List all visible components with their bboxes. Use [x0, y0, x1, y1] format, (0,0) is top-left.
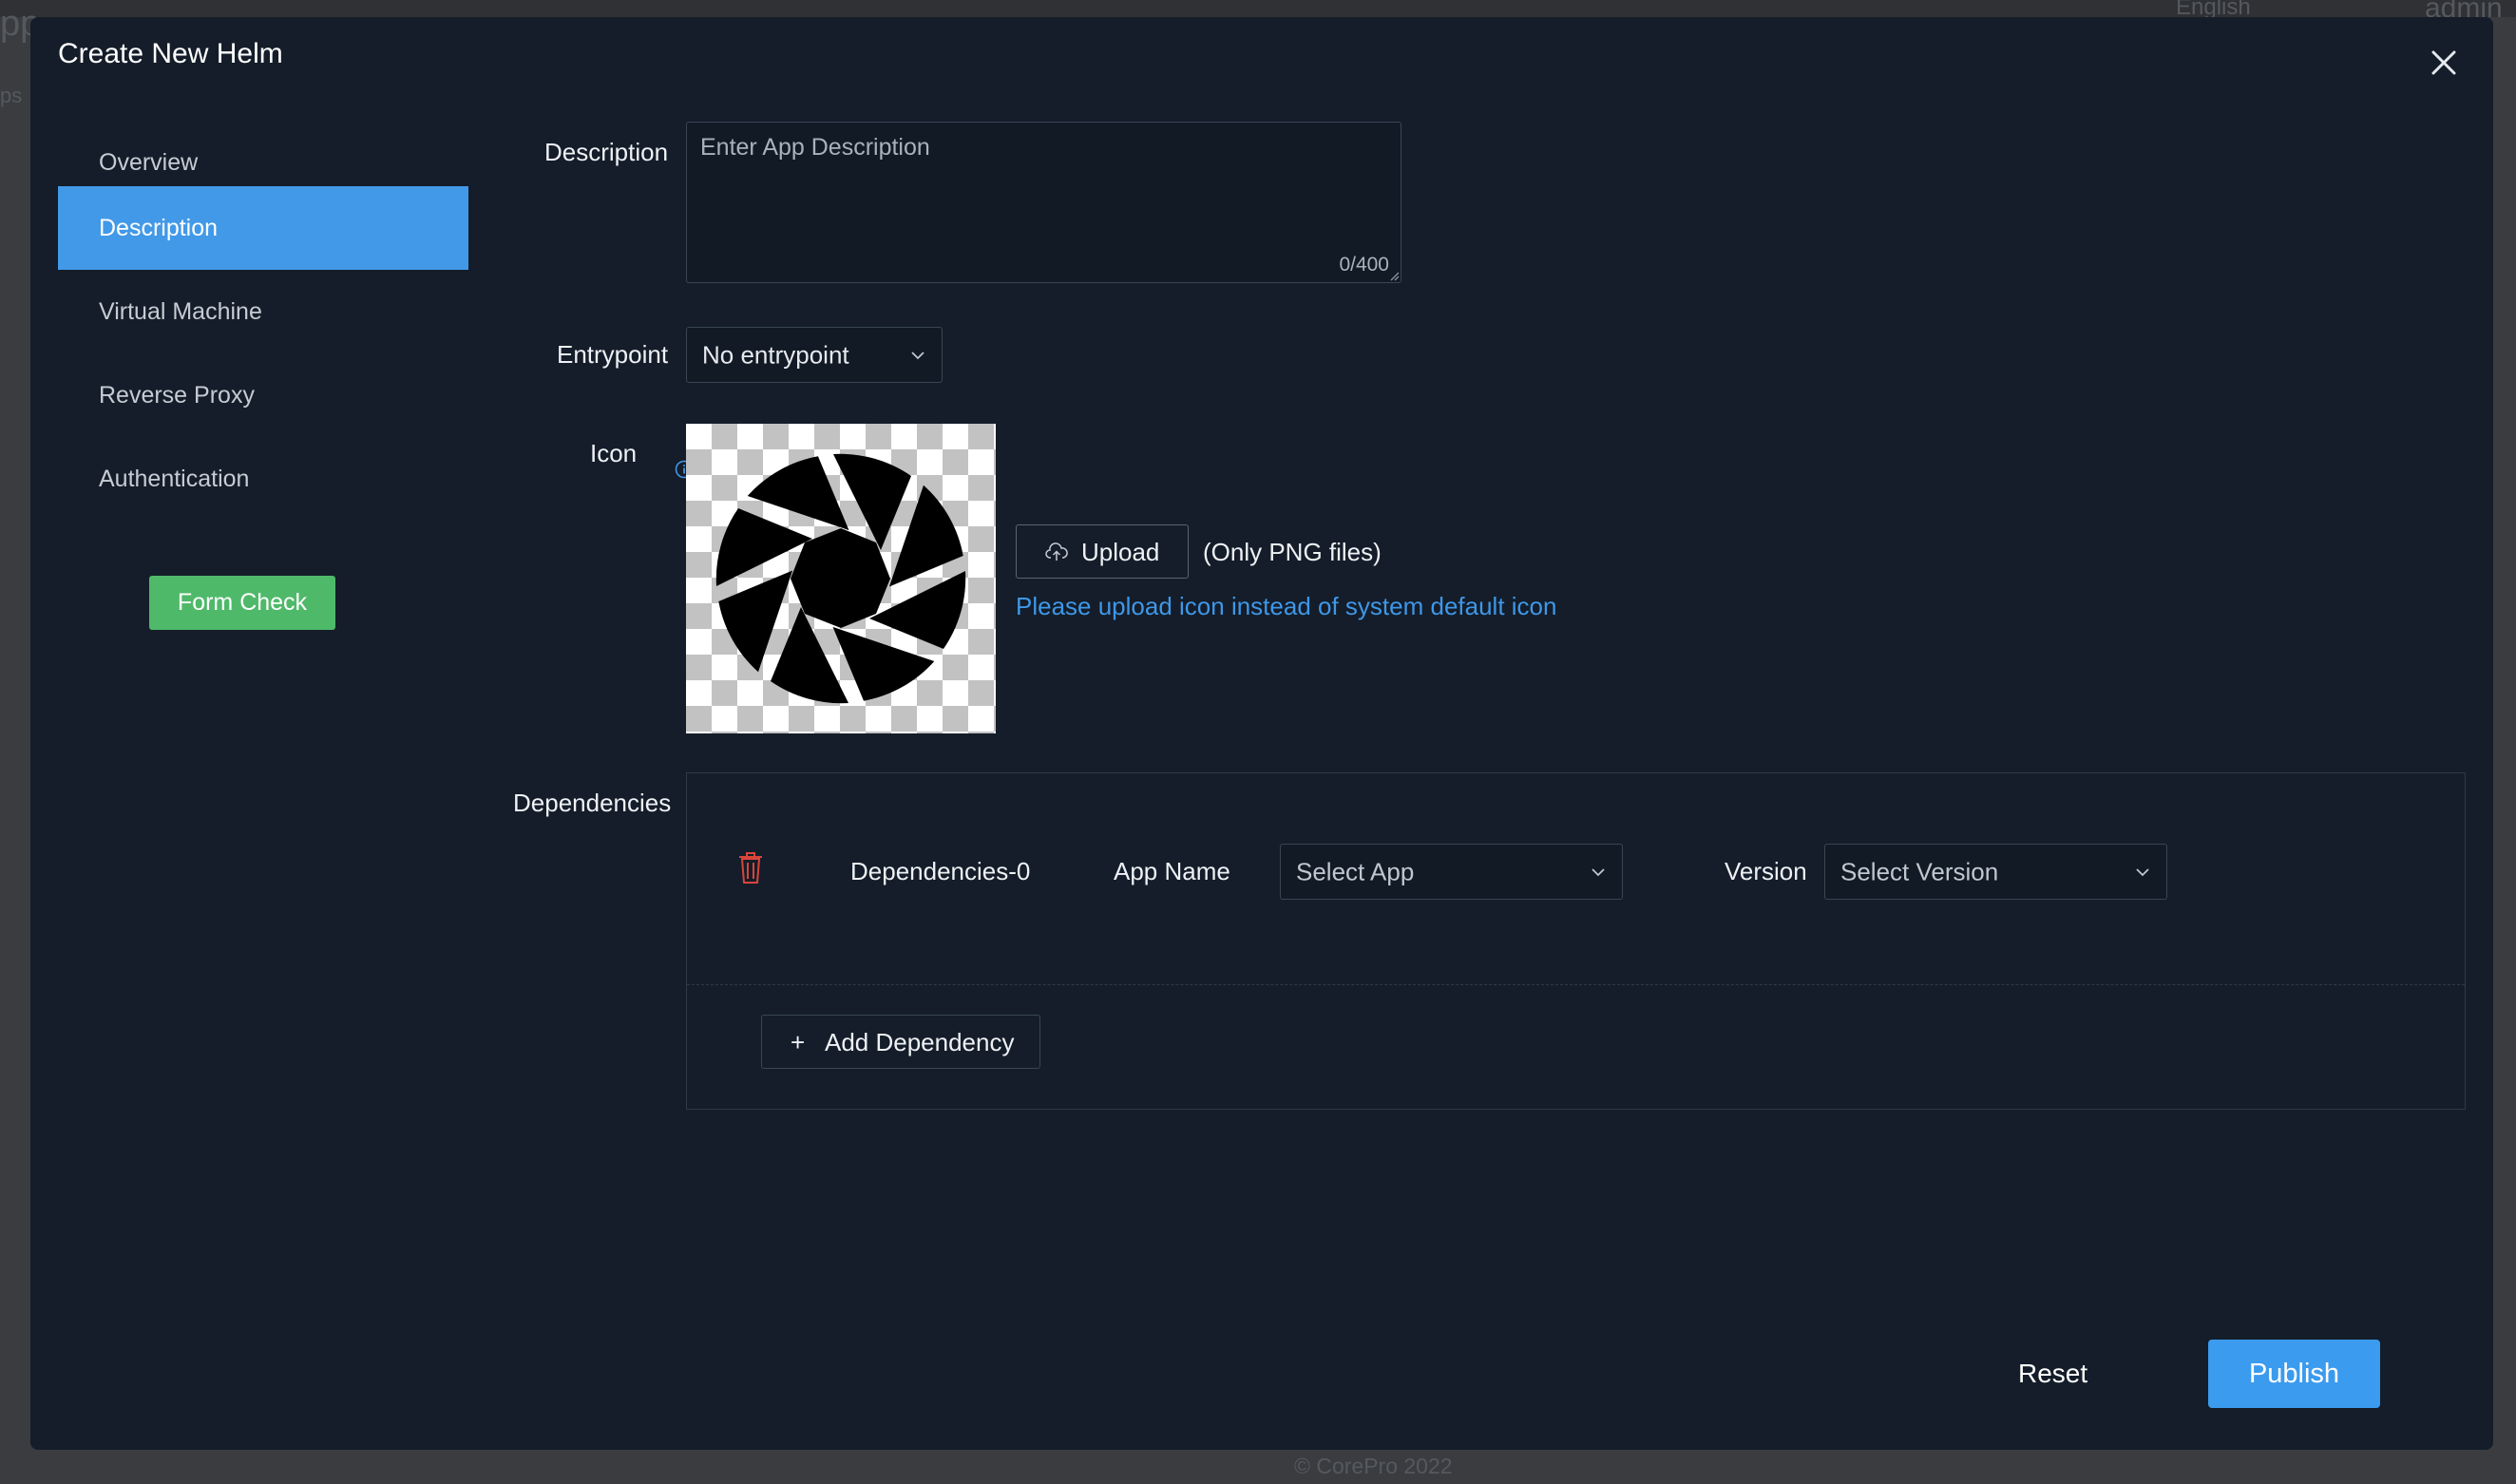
app-name-placeholder: Select App	[1296, 857, 1415, 885]
add-dependency-button[interactable]: + Add Dependency	[761, 1015, 1040, 1069]
app-name-label: App Name	[1114, 857, 1230, 885]
dependencies-panel: Dependencies-0 App Name Select App Versi…	[686, 772, 2466, 1110]
close-icon	[2431, 50, 2456, 75]
cloud-upload-icon	[1045, 542, 1068, 561]
resize-grip-icon[interactable]	[1388, 270, 1400, 281]
footer-copyright: © CorePro 2022	[1294, 1454, 1453, 1478]
version-placeholder: Select Version	[1840, 857, 1999, 885]
icon-preview	[686, 424, 996, 733]
nav-item-label: Description	[99, 215, 219, 241]
publish-button[interactable]: Publish	[2208, 1340, 2380, 1408]
aperture-icon	[715, 453, 966, 704]
nav-item-label: Overview	[99, 149, 199, 176]
dialog-title: Create New Helm	[58, 38, 283, 69]
nav-item-label: Virtual Machine	[99, 298, 262, 325]
icon-label: Icon	[590, 439, 638, 467]
upload-button[interactable]: Upload	[1016, 524, 1189, 579]
dependency-name: Dependencies-0	[850, 857, 1031, 885]
entrypoint-label: Entrypoint	[557, 340, 669, 369]
upload-label: Upload	[1081, 538, 1160, 566]
background-subtitle: ps	[0, 84, 23, 107]
character-counter: 0/400	[1339, 254, 1389, 276]
entrypoint-select[interactable]: No entrypoint	[686, 327, 943, 383]
description-label: Description	[544, 138, 669, 166]
version-label: Version	[1725, 857, 1807, 885]
nav-item-label: Authentication	[99, 466, 250, 492]
description-textarea[interactable]	[687, 123, 1401, 282]
nav-item-authentication[interactable]: Authentication	[58, 437, 468, 521]
trash-icon[interactable]	[736, 849, 765, 885]
form-check-button[interactable]: Form Check	[149, 576, 335, 630]
entrypoint-selected-value: No entrypoint	[702, 340, 849, 369]
nav-item-description[interactable]: Description	[58, 186, 468, 270]
create-helm-dialog: Create New Helm Overview Description Vir…	[30, 17, 2493, 1450]
chevron-down-icon	[911, 351, 924, 359]
nav-item-reverse-proxy[interactable]: Reverse Proxy	[58, 353, 468, 437]
chevron-down-icon	[2136, 867, 2149, 876]
description-field-wrapper: 0/400	[686, 122, 1401, 283]
nav-item-label: Reverse Proxy	[99, 382, 255, 409]
dependencies-divider	[687, 984, 2465, 985]
upload-hint-link[interactable]: Please upload icon instead of system def…	[1016, 592, 1556, 621]
dependencies-label: Dependencies	[513, 789, 672, 817]
file-type-note: (Only PNG files)	[1203, 538, 1382, 566]
background-header	[0, 0, 2516, 17]
reset-button[interactable]: Reset	[2018, 1359, 2087, 1389]
chevron-down-icon	[1592, 867, 1605, 876]
app-name-select[interactable]: Select App	[1280, 844, 1623, 900]
nav-item-virtual-machine[interactable]: Virtual Machine	[58, 270, 468, 353]
plus-icon: +	[791, 1028, 806, 1056]
add-dependency-label: Add Dependency	[825, 1028, 1015, 1056]
close-button[interactable]	[2421, 40, 2467, 86]
version-select[interactable]: Select Version	[1824, 844, 2167, 900]
